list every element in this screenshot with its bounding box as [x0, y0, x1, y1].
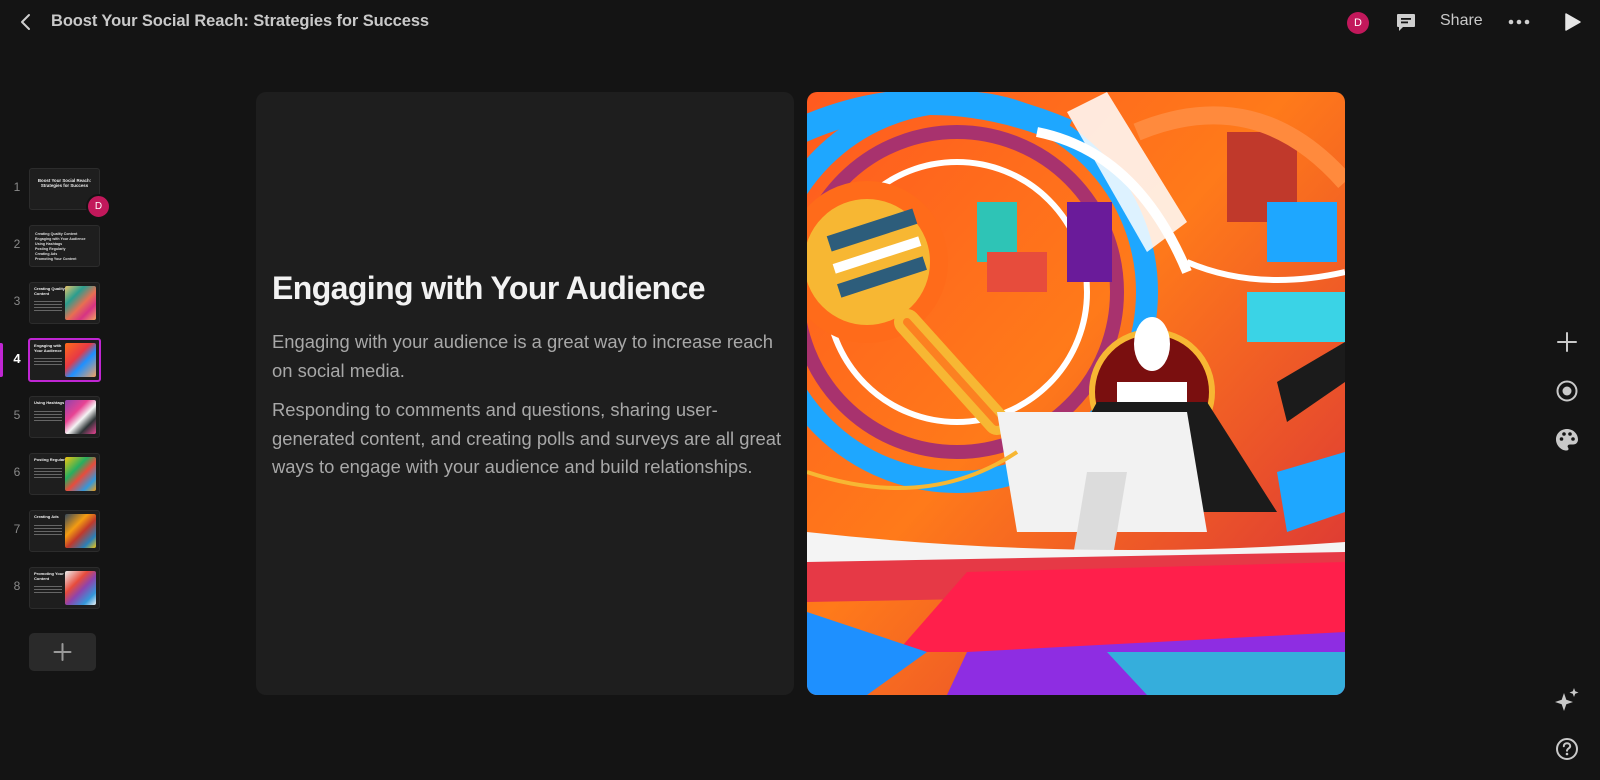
comments-button[interactable] — [1394, 10, 1418, 34]
plus-icon — [1557, 332, 1577, 352]
slide-number: 4 — [13, 351, 21, 366]
back-button[interactable] — [14, 10, 38, 34]
slide-preview-image — [65, 343, 96, 377]
comment-icon — [1397, 14, 1415, 31]
sparkle-icon — [1555, 688, 1579, 711]
help-icon — [1556, 738, 1578, 760]
slide-preview[interactable]: Promoting Your Content — [29, 567, 100, 609]
slide-preview-image — [65, 400, 96, 434]
slide-number: 2 — [13, 237, 21, 251]
slide-heading[interactable]: Engaging with Your Audience — [272, 270, 706, 307]
slide-preview-title: Boost Your Social Reach: Strategies for … — [37, 178, 92, 188]
slide-thumbnail-3[interactable]: 3 Creating Quality Content — [0, 282, 110, 324]
slide-number: 8 — [13, 579, 21, 593]
chevron-left-icon — [21, 14, 30, 30]
slide-image[interactable] — [807, 92, 1345, 695]
slide-preview-title: Creating Quality Content — [34, 286, 65, 296]
slide-preview-title: Using Hashtags — [34, 400, 65, 405]
slide-preview-title: Posting Regularly — [34, 457, 69, 462]
slide-thumbnail-2[interactable]: 2 Creating Quality Content Engaging with… — [0, 225, 110, 267]
slide-preview-list: Creating Quality Content Engaging with Y… — [35, 232, 95, 261]
slide-thumbnail-4[interactable]: 4 Engaging with Your Audience — [0, 338, 110, 382]
illustration — [807, 92, 1345, 695]
document-title[interactable]: Boost Your Social Reach: Strategies for … — [51, 12, 429, 31]
slide-preview-image — [65, 457, 96, 491]
slide-preview[interactable]: Posting Regularly — [29, 453, 100, 495]
slide-preview[interactable]: Creating Quality Content Engaging with Y… — [29, 225, 100, 267]
slide-preview[interactable]: Using Hashtags — [29, 396, 100, 438]
slide-paragraph[interactable]: Responding to comments and questions, sh… — [272, 396, 782, 482]
slide-preview[interactable]: Engaging with Your Audience — [28, 338, 101, 382]
present-button[interactable] — [1560, 10, 1584, 34]
slide-preview-image — [65, 514, 96, 548]
slide-thumbnail-7[interactable]: 7 Creating Ads — [0, 510, 110, 552]
slide-preview-image — [65, 571, 96, 605]
slide-number: 5 — [13, 408, 21, 422]
slide-paragraph[interactable]: Engaging with your audience is a great w… — [272, 328, 782, 385]
plus-icon — [53, 643, 72, 661]
slide-thumbnail-5[interactable]: 5 Using Hashtags — [0, 396, 110, 438]
slide-text-card — [256, 92, 794, 695]
share-button[interactable]: Share — [1440, 12, 1483, 30]
user-avatar[interactable]: D — [1347, 12, 1369, 34]
slide-preview-image — [65, 286, 96, 320]
target-icon — [1556, 380, 1578, 402]
add-card-button[interactable] — [1552, 327, 1582, 357]
slide-number: 6 — [13, 465, 21, 479]
slide-thumbnail-6[interactable]: 6 Posting Regularly — [0, 453, 110, 495]
more-options-button[interactable] — [1506, 10, 1532, 34]
slide-number: 3 — [13, 294, 21, 308]
list-item: Promoting Your Content — [35, 256, 77, 261]
collaborator-avatar: D — [86, 194, 111, 219]
top-bar: Boost Your Social Reach: Strategies for … — [0, 0, 1600, 44]
help-button[interactable] — [1552, 734, 1582, 764]
slide-number: 7 — [13, 522, 21, 536]
palette-icon — [1556, 429, 1578, 451]
slide-preview[interactable]: Creating Ads — [29, 510, 100, 552]
slide-preview-title: Engaging with Your Audience — [34, 343, 62, 353]
play-icon — [1565, 13, 1581, 31]
active-slide-indicator — [0, 343, 3, 377]
theme-button[interactable] — [1552, 425, 1582, 455]
slide-thumbnail-8[interactable]: 8 Promoting Your Content — [0, 567, 110, 609]
add-slide-button[interactable] — [29, 633, 96, 671]
slide-number: 1 — [13, 180, 21, 194]
ai-assistant-button[interactable] — [1552, 685, 1582, 715]
focus-button[interactable] — [1552, 376, 1582, 406]
more-horizontal-icon — [1508, 19, 1530, 25]
slide-preview[interactable]: Creating Quality Content — [29, 282, 100, 324]
slide-preview-title: Promoting Your Content — [34, 571, 64, 581]
slide-preview-title: Creating Ads — [34, 514, 59, 519]
